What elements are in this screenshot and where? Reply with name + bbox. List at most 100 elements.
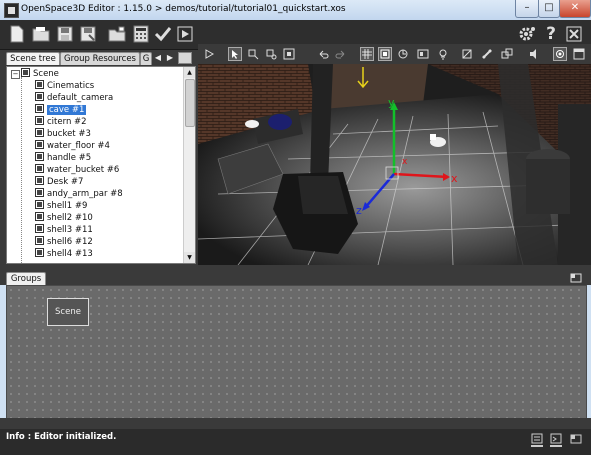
groups-canvas[interactable]: Scene — [6, 285, 587, 420]
calculator-icon[interactable] — [130, 23, 152, 45]
scene-tree: − Scene Cinematics default_camera cave #… — [6, 66, 196, 264]
tree-item[interactable]: Desk #7 — [35, 176, 83, 188]
tree-item[interactable]: default_camera — [35, 92, 113, 104]
display-mode-icon[interactable] — [416, 47, 430, 61]
log-icon[interactable] — [530, 433, 544, 452]
camera-view-icon[interactable] — [396, 47, 410, 61]
close-button[interactable]: ✕ — [559, 0, 591, 18]
exit-icon[interactable] — [563, 23, 585, 45]
save-as-icon[interactable] — [77, 23, 99, 45]
camera-icon — [35, 92, 44, 101]
wireframe-icon[interactable] — [378, 47, 392, 61]
physics-display-icon[interactable] — [500, 47, 514, 61]
tree-item-label: water_floor #4 — [47, 141, 110, 151]
tab-scroll-right-icon[interactable]: ▶ — [165, 52, 175, 64]
3d-viewport[interactable]: y x x z — [198, 64, 591, 265]
play-scene-icon[interactable] — [202, 47, 216, 61]
tab-group-resources[interactable]: Group Resources — [60, 52, 140, 65]
tree-root-scene[interactable]: Scene — [21, 68, 59, 80]
mesh-icon — [35, 164, 44, 173]
tree-item-label: water_bucket #6 — [47, 165, 120, 175]
tree-item[interactable]: Cinematics — [35, 80, 94, 92]
tree-item[interactable]: water_bucket #6 — [35, 164, 119, 176]
camera-lock-icon[interactable] — [553, 47, 567, 61]
tree-item[interactable]: shell2 #10 — [35, 212, 93, 224]
tree-item-label: shell3 #11 — [47, 225, 93, 235]
y-axis-label: y — [388, 96, 395, 109]
tree-item-label: handle #5 — [47, 153, 92, 163]
light-bulb-icon[interactable] — [436, 47, 450, 61]
mesh-icon — [35, 116, 44, 125]
tree-item[interactable]: shell1 #9 — [35, 200, 87, 212]
group-node-scene[interactable]: Scene — [47, 298, 89, 326]
panel-dock-icon[interactable] — [178, 52, 192, 64]
tree-item-label: shell6 #12 — [47, 237, 93, 247]
x-axis-label: x — [451, 172, 458, 185]
tree-item-label: citern #2 — [47, 117, 87, 127]
tab-scene-tree[interactable]: Scene tree — [6, 52, 60, 65]
settings-icon[interactable] — [516, 23, 538, 45]
open-project-icon[interactable] — [106, 23, 128, 45]
redo-icon[interactable] — [334, 47, 348, 61]
app-logo-icon — [4, 3, 19, 18]
mesh-icon — [35, 236, 44, 245]
tree-item-label: Cinematics — [47, 81, 95, 91]
new-file-icon[interactable] — [6, 23, 28, 45]
scene-render: y x x z — [198, 64, 591, 265]
console-icon[interactable] — [549, 433, 563, 452]
cinematics-icon — [35, 80, 44, 89]
helper-toggle-icon[interactable] — [460, 47, 474, 61]
tree-item[interactable]: shell4 #13 — [35, 248, 93, 260]
check-icon[interactable] — [152, 23, 174, 45]
scroll-thumb[interactable] — [185, 79, 195, 127]
tree-item[interactable]: andy_arm_par #8 — [35, 188, 123, 200]
help-icon[interactable]: ? — [540, 23, 562, 45]
tree-item-label: cave #1 — [47, 105, 87, 115]
tree-item[interactable]: water_floor #4 — [35, 140, 110, 152]
tree-item[interactable]: citern #2 — [35, 116, 87, 128]
tab-groups-truncated[interactable]: G — [140, 52, 152, 65]
collapse-toggle-icon[interactable]: − — [11, 70, 20, 79]
tree-item-label: andy_arm_par #8 — [47, 189, 123, 199]
z-axis-label: z — [356, 204, 362, 217]
mesh-icon — [35, 188, 44, 197]
status-bar: Info : Editor initialized. — [0, 429, 591, 455]
undo-icon[interactable] — [316, 47, 330, 61]
status-dock-icon[interactable] — [570, 434, 582, 447]
scene-panel: Scene tree Group Resources G ◀ ▶ − Scene… — [0, 50, 198, 265]
save-icon[interactable] — [54, 23, 76, 45]
status-text: Info : Editor initialized. — [6, 432, 117, 442]
rotate-tool-icon[interactable] — [264, 47, 278, 61]
scale-tool-icon[interactable] — [282, 47, 296, 61]
tree-item[interactable]: shell3 #11 — [35, 224, 93, 236]
sound-display-icon[interactable] — [528, 47, 542, 61]
select-cursor-icon[interactable] — [228, 47, 242, 61]
play-icon[interactable] — [174, 23, 196, 45]
tab-groups[interactable]: Groups — [6, 272, 46, 285]
tree-item-label: shell2 #10 — [47, 213, 93, 223]
title-bar: OpenSpace3D Editor : 1.15.0 > demos/tuto… — [0, 0, 591, 21]
viewport-dock-icon[interactable] — [572, 47, 586, 61]
tree-item[interactable]: bucket #3 — [35, 128, 91, 140]
tab-scroll-left-icon[interactable]: ◀ — [153, 52, 163, 64]
scene-node-icon — [21, 68, 30, 77]
tree-item[interactable]: shell6 #12 — [35, 236, 93, 248]
mesh-icon — [35, 128, 44, 137]
minimize-button[interactable]: – — [515, 0, 539, 18]
bone-display-icon[interactable] — [480, 47, 494, 61]
mesh-icon — [35, 104, 44, 113]
tree-guide-line — [21, 77, 23, 263]
scroll-down-icon[interactable]: ▼ — [184, 252, 195, 263]
mesh-icon — [35, 224, 44, 233]
scroll-up-icon[interactable]: ▲ — [184, 67, 195, 78]
tree-item-label: Scene — [33, 69, 59, 79]
tree-item-selected[interactable]: cave #1 — [35, 104, 87, 116]
tree-scrollbar[interactable]: ▲ ▼ — [183, 67, 195, 263]
move-tool-icon[interactable] — [246, 47, 260, 61]
mesh-icon — [35, 176, 44, 185]
tree-item[interactable]: handle #5 — [35, 152, 91, 164]
maximize-button[interactable]: □ — [538, 0, 560, 18]
grid-view-icon[interactable] — [360, 47, 374, 61]
open-folder-icon[interactable] — [30, 23, 52, 45]
tree-item-label: shell4 #13 — [47, 249, 93, 259]
